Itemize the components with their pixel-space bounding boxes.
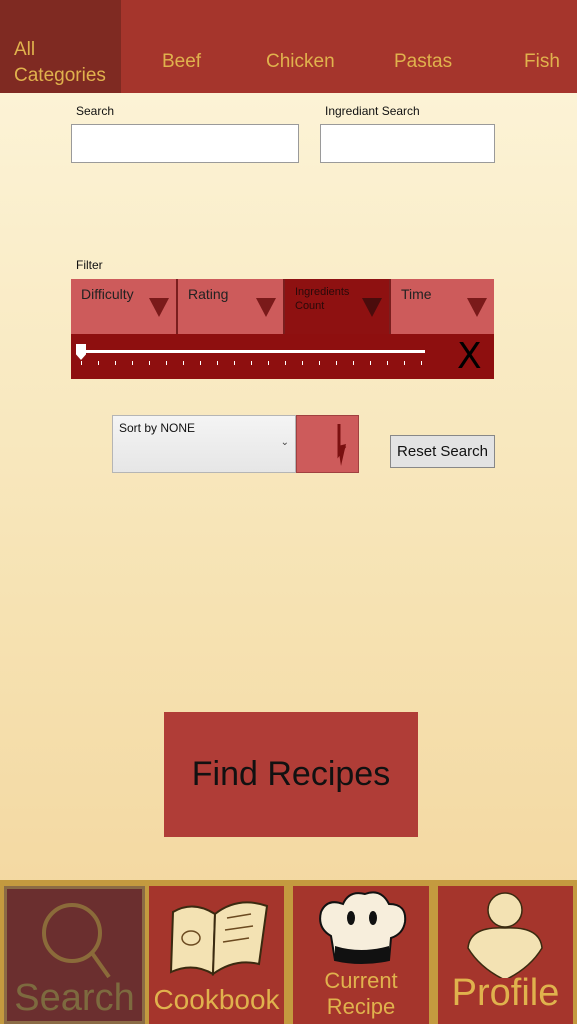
nav-current-line1: Current xyxy=(324,968,398,993)
nav-profile-label: Profile xyxy=(451,972,560,1014)
chef-hat-icon xyxy=(319,891,407,964)
tab-pastas[interactable]: Pastas xyxy=(394,51,452,75)
slider-tick xyxy=(234,361,235,365)
dropdown-arrow-icon xyxy=(256,298,276,317)
dropdown-arrow-icon xyxy=(362,298,382,317)
filter-time[interactable]: Time xyxy=(391,279,494,334)
chevron-down-icon: ⌄ xyxy=(280,437,289,448)
slider-tick xyxy=(319,361,320,365)
sort-descending-icon xyxy=(337,424,347,466)
ingredient-search-input[interactable] xyxy=(320,124,495,163)
filter-time-label: Time xyxy=(401,286,432,302)
slider-tick xyxy=(370,361,371,365)
search-icon xyxy=(42,903,111,979)
slider-tick xyxy=(421,361,422,365)
slider-tick xyxy=(132,361,133,365)
tab-all-line2: Categories xyxy=(14,65,106,86)
filter-label: Filter xyxy=(76,258,103,272)
person-icon xyxy=(467,892,543,978)
filter-bar: Difficulty Rating Ingredients Count Time xyxy=(71,279,494,334)
slider-tick xyxy=(353,361,354,365)
sort-select[interactable]: Sort by NONE ⌄ xyxy=(112,415,296,473)
tab-beef[interactable]: Beef xyxy=(162,51,201,75)
filter-slider-track[interactable] xyxy=(80,350,425,353)
slider-tick xyxy=(268,361,269,365)
tab-all-line1: All xyxy=(14,39,36,60)
sort-select-value: Sort by NONE xyxy=(119,421,196,435)
clear-filter-button[interactable]: X xyxy=(457,336,482,377)
bottom-nav: Search Cookbook Current Recipe Profile xyxy=(0,880,577,1024)
nav-profile[interactable]: Profile xyxy=(438,886,573,1024)
tab-chicken[interactable]: Chicken xyxy=(266,51,335,75)
nav-current-recipe[interactable]: Current Recipe xyxy=(293,886,429,1024)
slider-tick xyxy=(149,361,150,365)
slider-tick xyxy=(251,361,252,365)
slider-tick xyxy=(166,361,167,365)
category-nav: All Categories Beef Chicken Pastas Fish xyxy=(0,0,577,93)
tab-all-categories[interactable]: All Categories xyxy=(0,0,121,93)
filter-slider-thumb[interactable] xyxy=(76,344,86,360)
filter-rating[interactable]: Rating xyxy=(178,279,283,334)
slider-tick xyxy=(115,361,116,365)
ingredient-search-label: Ingrediant Search xyxy=(325,104,420,118)
reset-search-button[interactable]: Reset Search xyxy=(390,435,495,468)
tab-fish[interactable]: Fish xyxy=(524,51,560,75)
nav-cookbook[interactable]: Cookbook xyxy=(149,886,284,1024)
nav-current-line2: Recipe xyxy=(326,994,396,1019)
book-icon xyxy=(169,901,269,977)
slider-tick xyxy=(387,361,388,365)
slider-tick xyxy=(81,361,82,365)
nav-cookbook-label: Cookbook xyxy=(153,984,280,1015)
filter-ingredients-count[interactable]: Ingredients Count xyxy=(285,279,389,334)
filter-rating-label: Rating xyxy=(188,286,229,302)
sort-direction-button[interactable] xyxy=(296,415,359,473)
slider-tick xyxy=(200,361,201,365)
dropdown-arrow-icon xyxy=(467,298,487,317)
slider-tick xyxy=(217,361,218,365)
nav-current-recipe-label: Current Recipe xyxy=(293,968,429,1020)
filter-difficulty[interactable]: Difficulty xyxy=(71,279,176,334)
search-label: Search xyxy=(76,104,115,118)
dropdown-arrow-icon xyxy=(149,298,169,317)
filter-slider-panel: X xyxy=(71,334,494,379)
slider-tick xyxy=(285,361,286,365)
find-recipes-button[interactable]: Find Recipes xyxy=(164,712,418,837)
slider-tick xyxy=(183,361,184,365)
search-input[interactable] xyxy=(71,124,299,163)
nav-search-label: Search xyxy=(14,977,135,1019)
slider-tick xyxy=(98,361,99,365)
filter-ingredients-count-label: Ingredients Count xyxy=(295,286,350,312)
filter-difficulty-label: Difficulty xyxy=(81,286,134,302)
slider-tick xyxy=(302,361,303,365)
slider-tick xyxy=(404,361,405,365)
slider-tick xyxy=(336,361,337,365)
nav-search[interactable]: Search xyxy=(4,886,145,1024)
